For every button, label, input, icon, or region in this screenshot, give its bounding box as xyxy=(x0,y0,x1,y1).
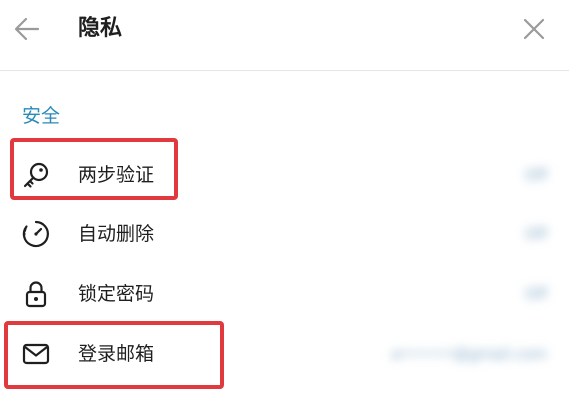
row-value: Off xyxy=(524,285,547,303)
page-title: 隐私 xyxy=(78,16,123,41)
arrow-left-icon xyxy=(14,17,40,41)
mail-icon xyxy=(20,338,52,370)
row-auto-delete[interactable]: 自动删除 Off xyxy=(0,206,569,262)
section-title-security: 安全 xyxy=(22,105,61,127)
row-two-step-verification[interactable]: 两步验证 Off xyxy=(0,147,569,203)
key-icon xyxy=(20,159,52,191)
row-value: Off xyxy=(524,166,547,184)
close-button[interactable] xyxy=(519,14,549,44)
back-button[interactable] xyxy=(12,14,42,44)
row-value: Off xyxy=(524,225,547,243)
row-value: a••••••@gmail.com xyxy=(391,345,547,363)
row-label: 两步验证 xyxy=(78,164,155,186)
timer-icon xyxy=(20,218,52,250)
row-label: 登录邮箱 xyxy=(78,343,155,365)
row-label: 锁定密码 xyxy=(78,283,155,305)
row-passcode-lock[interactable]: 锁定密码 Off xyxy=(0,266,569,322)
close-icon xyxy=(523,18,545,40)
privacy-settings-page: 隐私 安全 两步验证 Off 自动删除 Off 锁定密码 Off 登录邮箱 a•… xyxy=(0,0,569,399)
header: 隐私 xyxy=(0,0,569,71)
lock-icon xyxy=(20,278,52,310)
row-label: 自动删除 xyxy=(78,223,155,245)
row-login-email[interactable]: 登录邮箱 a••••••@gmail.com xyxy=(0,326,569,382)
